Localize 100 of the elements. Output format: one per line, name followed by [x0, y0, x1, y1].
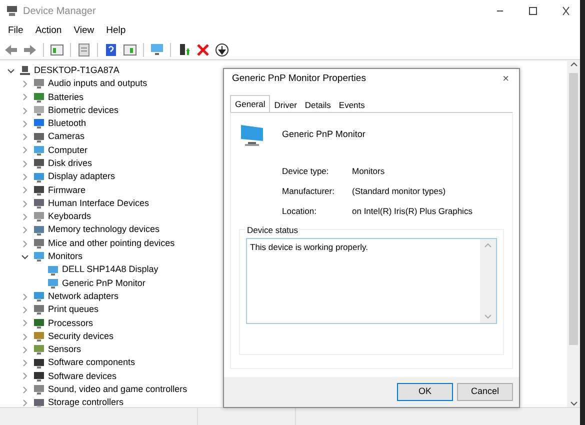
- expand-chevron-icon[interactable]: [21, 399, 29, 408]
- tree-item[interactable]: Bluetooth: [48, 117, 86, 131]
- close-button[interactable]: ×: [500, 74, 511, 84]
- menu-item[interactable]: Help: [100, 24, 132, 38]
- dialog-title: Generic PnP Monitor Properties: [232, 72, 366, 86]
- device-name: Generic PnP Monitor: [282, 128, 366, 142]
- property-value: Monitors: [352, 164, 385, 178]
- device-icon: [33, 304, 45, 316]
- device-icon: [33, 358, 45, 369]
- device-icon: [33, 318, 45, 329]
- monitor-icon: [239, 123, 265, 147]
- expand-chevron-icon[interactable]: [21, 212, 29, 221]
- expand-chevron-icon[interactable]: [21, 160, 29, 168]
- tree-item[interactable]: Security devices: [48, 330, 114, 344]
- expand-chevron-icon[interactable]: [21, 173, 29, 182]
- expand-chevron-icon[interactable]: [21, 106, 29, 115]
- download-icon[interactable]: [215, 42, 229, 56]
- scroll-down-icon[interactable]: [570, 399, 578, 407]
- computer-icon: [6, 5, 18, 17]
- device-icon: [33, 172, 45, 183]
- expand-chevron-icon[interactable]: [21, 186, 29, 194]
- device-icon: [33, 118, 45, 130]
- tree-item[interactable]: Monitors: [48, 250, 83, 264]
- expand-chevron-icon[interactable]: [21, 133, 29, 142]
- tree-item[interactable]: Print queues: [48, 303, 99, 317]
- device-icon: [33, 238, 45, 249]
- tree-item[interactable]: Computer: [48, 144, 88, 158]
- expand-chevron-icon[interactable]: [21, 372, 29, 380]
- expand-chevron-icon[interactable]: [21, 80, 29, 88]
- expand-chevron-icon[interactable]: [21, 292, 29, 301]
- tree-item[interactable]: Cameras: [48, 130, 85, 144]
- tree-item[interactable]: DESKTOP-T1GA87A: [34, 64, 120, 78]
- tree-item[interactable]: Biometric devices: [48, 104, 119, 118]
- delete-icon[interactable]: [196, 42, 210, 56]
- collapse-chevron-icon[interactable]: [21, 252, 29, 261]
- device-icon: [33, 132, 45, 143]
- device-icon: [33, 398, 45, 409]
- tree-item[interactable]: Generic PnP Monitor: [62, 276, 146, 290]
- close-icon[interactable]: [561, 6, 571, 16]
- expand-chevron-icon[interactable]: [21, 306, 29, 314]
- device-icon: [33, 224, 45, 236]
- device-icon: [33, 211, 45, 222]
- expand-chevron-icon[interactable]: [21, 332, 29, 341]
- tree-item[interactable]: Storage controllers: [48, 396, 124, 410]
- help-icon[interactable]: [104, 42, 118, 56]
- tree-item[interactable]: Network adapters: [48, 290, 119, 304]
- tree-item[interactable]: Memory technology devices: [48, 223, 160, 237]
- tree-item[interactable]: Sound, video and game controllers: [48, 383, 188, 397]
- expand-chevron-icon[interactable]: [21, 200, 29, 208]
- expand-chevron-icon[interactable]: [21, 359, 29, 368]
- expand-chevron-icon[interactable]: [21, 93, 29, 102]
- property-value: on Intel(R) Iris(R) Plus Graphics: [352, 204, 472, 218]
- tree-item[interactable]: DELL SHP14A8 Display: [62, 263, 158, 277]
- cancel-button[interactable]: Cancel: [457, 383, 513, 401]
- expand-chevron-icon[interactable]: [21, 319, 29, 328]
- tree-item[interactable]: Audio inputs and outputs: [48, 77, 148, 91]
- expand-chevron-icon[interactable]: [21, 240, 29, 248]
- menu-item[interactable]: View: [68, 24, 100, 38]
- expand-chevron-icon[interactable]: [21, 146, 29, 154]
- monitor-icon[interactable]: [150, 42, 164, 56]
- expand-chevron-icon[interactable]: [21, 120, 29, 128]
- forward-arrow-icon[interactable]: [23, 42, 37, 56]
- device-icon: [33, 344, 45, 356]
- tree-item[interactable]: Disk drives: [48, 156, 92, 170]
- tree-item[interactable]: Software components: [48, 356, 136, 370]
- window-title: Device Manager: [23, 4, 96, 18]
- expand-chevron-icon[interactable]: [21, 346, 29, 354]
- tree-item[interactable]: Sensors: [48, 343, 82, 357]
- tree-item[interactable]: Human Interface Devices: [48, 196, 150, 210]
- tree-item[interactable]: Display adapters: [48, 170, 116, 184]
- ok-button[interactable]: OK: [397, 383, 453, 401]
- menu-item[interactable]: File: [2, 24, 30, 38]
- collapse-chevron-icon[interactable]: [7, 66, 15, 75]
- back-arrow-icon[interactable]: [4, 42, 18, 56]
- scroll-up-icon[interactable]: [570, 61, 578, 69]
- tab[interactable]: General: [230, 95, 270, 112]
- maximize-icon[interactable]: [528, 6, 538, 16]
- device-add-icon[interactable]: [177, 42, 191, 56]
- device-icon: [33, 198, 45, 210]
- tree-item[interactable]: Keyboards: [48, 210, 92, 224]
- tree-item[interactable]: Firmware: [48, 184, 86, 198]
- property-label: Manufacturer:: [282, 184, 336, 198]
- tree-item[interactable]: Batteries: [48, 90, 84, 104]
- device-icon: [33, 331, 45, 342]
- device-icon: [33, 78, 45, 90]
- device-icon: [33, 370, 45, 382]
- device-icon: [33, 291, 45, 302]
- tree-item[interactable]: Software devices: [48, 370, 117, 384]
- property-label: Device type:: [282, 164, 330, 178]
- expand-chevron-icon[interactable]: [21, 226, 29, 234]
- tree-item[interactable]: Mice and other pointing devices: [48, 236, 175, 250]
- panel-icon[interactable]: [50, 42, 64, 56]
- scrollbar[interactable]: [567, 61, 580, 407]
- document-icon[interactable]: [77, 42, 91, 56]
- menu-item[interactable]: Action: [29, 24, 68, 38]
- panel-icon[interactable]: [123, 42, 137, 56]
- monitor-icon: [47, 264, 59, 276]
- device-icon: [33, 105, 45, 116]
- expand-chevron-icon[interactable]: [21, 386, 29, 394]
- tree-item[interactable]: Processors: [48, 316, 94, 330]
